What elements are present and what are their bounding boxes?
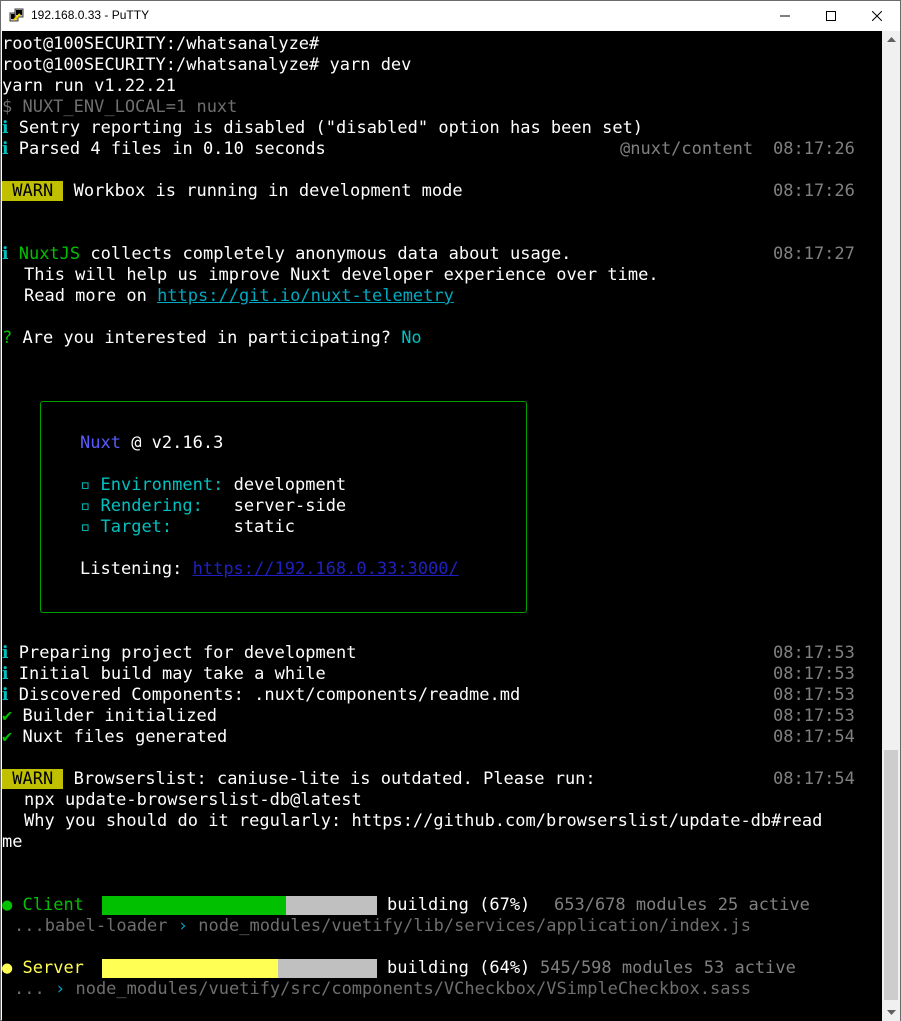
check-icon: ✔ bbox=[2, 727, 13, 747]
chevron-up-icon bbox=[886, 37, 896, 42]
log-line: ✔ Nuxt files generated 08:17:54 bbox=[2, 727, 855, 747]
rendering-line: ▫ Rendering: server-side bbox=[80, 496, 347, 516]
chevron-down-icon bbox=[886, 1010, 896, 1015]
environment-line: ▫ Environment: development bbox=[80, 475, 347, 495]
server-progress-track bbox=[102, 959, 377, 978]
yarn-version-line: yarn run v1.22.21 bbox=[2, 76, 176, 96]
question-icon: ? bbox=[2, 328, 13, 348]
title-bar[interactable]: 192.168.0.33 - PuTTY bbox=[1, 1, 900, 31]
browserslist-reason: Why you should do it regularly: https://… bbox=[24, 811, 823, 831]
client-progress-fill bbox=[102, 896, 287, 915]
info-icon: ℹ bbox=[2, 139, 9, 159]
minimize-button[interactable] bbox=[762, 1, 808, 31]
chevron-right-icon: › bbox=[177, 916, 189, 936]
telemetry-link[interactable]: https://git.io/nuxt-telemetry bbox=[157, 286, 454, 306]
bullet-icon: ● bbox=[2, 958, 13, 978]
parsed-line: ℹ Parsed 4 files in 0.10 seconds @nuxt/co… bbox=[2, 139, 855, 159]
answer-no[interactable]: No bbox=[391, 328, 421, 348]
prompt-line: root@100SECURITY:/whatsanalyze# bbox=[2, 34, 320, 54]
putty-icon bbox=[9, 8, 24, 22]
workbox-warn-line: WARN Workbox is running in development m… bbox=[2, 181, 855, 201]
telemetry-line-3: Read more on https://git.io/nuxt-telemet… bbox=[24, 286, 454, 306]
terminal-area[interactable]: root@100SECURITY:/whatsanalyze# root@100… bbox=[2, 31, 882, 1021]
bullet-icon: ▫ bbox=[80, 517, 91, 537]
sentry-line: ℹ Sentry reporting is disabled ("disable… bbox=[2, 118, 644, 138]
check-icon: ✔ bbox=[2, 706, 13, 726]
info-icon: ℹ bbox=[2, 643, 9, 663]
close-icon bbox=[872, 11, 882, 21]
browserslist-reason-wrap: me bbox=[2, 832, 23, 852]
scroll-thumb[interactable] bbox=[884, 750, 898, 1000]
log-line: ℹ Initial build may take a while 08:17:53 bbox=[2, 664, 855, 684]
bullet-icon: ▫ bbox=[80, 496, 91, 516]
log-line: ℹ Discovered Components: .nuxt/component… bbox=[2, 685, 855, 705]
maximize-icon bbox=[826, 11, 836, 21]
window-title: 192.168.0.33 - PuTTY bbox=[31, 8, 150, 22]
telemetry-line: ℹ NuxtJS collects completely anonymous d… bbox=[2, 244, 855, 264]
nuxt-version-line: Nuxt @ v2.16.3 bbox=[80, 433, 224, 453]
info-icon: ℹ bbox=[2, 118, 9, 138]
scroll-down-button[interactable] bbox=[882, 1004, 900, 1021]
log-line: ℹ Preparing project for development 08:17… bbox=[2, 643, 855, 663]
maximize-button[interactable] bbox=[808, 1, 854, 31]
info-icon: ℹ bbox=[2, 664, 9, 684]
client-progress-track bbox=[102, 896, 377, 915]
bullet-icon: ● bbox=[2, 895, 13, 915]
question-line: ? Are you interested in participating? N… bbox=[2, 328, 422, 348]
warn-badge: WARN bbox=[2, 181, 64, 201]
client-loader-line: ...babel-loader › node_modules/vuetify/l… bbox=[14, 916, 751, 936]
putty-window: 192.168.0.33 - PuTTY root@100SECURITY:/w… bbox=[0, 0, 901, 1021]
log-line: ✔ Builder initialized 08:17:53 bbox=[2, 706, 855, 726]
server-progress-fill bbox=[102, 959, 278, 978]
target-line: ▫ Target: static bbox=[80, 517, 295, 537]
info-icon: ℹ bbox=[2, 685, 9, 705]
chevron-right-icon: › bbox=[54, 979, 66, 999]
scroll-up-button[interactable] bbox=[882, 31, 900, 48]
nuxt-command-line: $ NUXT_ENV_LOCAL=1 nuxt bbox=[2, 97, 238, 117]
browserslist-command: npx update-browserslist-db@latest bbox=[24, 790, 362, 810]
telemetry-line-2: This will help us improve Nuxt developer… bbox=[24, 265, 659, 285]
browserslist-warn-line: WARN Browserslist: caniuse-lite is outda… bbox=[2, 769, 855, 789]
info-icon: ℹ bbox=[2, 244, 9, 264]
minimize-icon bbox=[780, 15, 790, 17]
listening-line: Listening: https://192.168.0.33:3000/ bbox=[80, 559, 459, 579]
warn-badge: WARN bbox=[2, 769, 64, 789]
prompt-line: root@100SECURITY:/whatsanalyze# yarn dev bbox=[2, 55, 412, 75]
vertical-scrollbar[interactable] bbox=[882, 31, 900, 1021]
bullet-icon: ▫ bbox=[80, 475, 91, 495]
server-loader-line: ... › node_modules/vuetify/src/component… bbox=[14, 979, 751, 999]
listening-url-link[interactable]: https://192.168.0.33:3000/ bbox=[193, 559, 459, 579]
close-button[interactable] bbox=[854, 1, 900, 31]
